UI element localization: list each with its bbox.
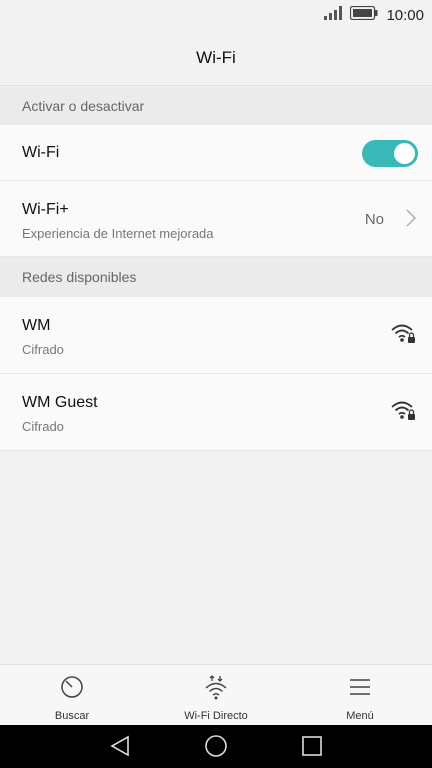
battery-icon	[350, 5, 378, 25]
status-icons: 10:00	[324, 5, 424, 25]
section-header-networks: Redes disponibles	[0, 257, 432, 297]
section-header-label: Activar o desactivar	[22, 98, 145, 114]
wifi-plus-description: Experiencia de Internet mejorada	[22, 226, 214, 241]
bottom-action-bar: Buscar Wi-Fi Directo Menú	[0, 664, 432, 725]
network-name: WM Guest	[22, 394, 98, 411]
scan-label: Buscar	[54, 710, 90, 722]
status-bar: 10:00	[0, 0, 432, 30]
back-icon[interactable]	[108, 734, 132, 763]
network-security: Cifrado	[22, 342, 64, 357]
menu-icon	[347, 674, 373, 705]
signal-icon	[324, 5, 343, 25]
chevron-right-icon	[406, 209, 416, 232]
wifi-toggle-row[interactable]: Wi-Fi	[0, 125, 432, 181]
page-title: Wi-Fi	[196, 47, 236, 67]
scan-button[interactable]: Buscar	[0, 665, 144, 725]
empty-content-area	[0, 451, 432, 664]
home-icon[interactable]	[204, 734, 228, 763]
network-item[interactable]: WM Cifrado	[0, 297, 432, 374]
title-bar: Wi-Fi	[0, 30, 432, 86]
wifi-lock-icon	[390, 399, 416, 426]
wifi-plus-label: Wi-Fi+	[22, 201, 69, 218]
section-header-toggle: Activar o desactivar	[0, 87, 432, 125]
menu-button[interactable]: Menú	[288, 665, 432, 725]
system-nav-bar	[0, 725, 432, 768]
wifi-lock-icon	[390, 322, 416, 349]
section-header-label: Redes disponibles	[22, 269, 137, 285]
network-security: Cifrado	[22, 419, 64, 434]
wifi-direct-label: Wi-Fi Directo	[184, 710, 248, 722]
wifi-toggle-switch[interactable]	[362, 140, 418, 167]
scan-icon	[59, 674, 85, 705]
wifi-direct-icon	[203, 674, 229, 705]
menu-label: Menú	[346, 710, 374, 722]
toggle-knob	[394, 143, 415, 164]
network-item[interactable]: WM Guest Cifrado	[0, 374, 432, 451]
wifi-direct-button[interactable]: Wi-Fi Directo	[144, 665, 288, 725]
network-name: WM	[22, 317, 51, 334]
wifi-plus-value: No	[364, 211, 384, 228]
wifi-toggle-label: Wi-Fi	[22, 144, 60, 161]
wifi-plus-row[interactable]: Wi-Fi+ Experiencia de Internet mejorada …	[0, 181, 432, 257]
recents-icon[interactable]	[300, 734, 324, 763]
status-time: 10:00	[386, 6, 424, 24]
